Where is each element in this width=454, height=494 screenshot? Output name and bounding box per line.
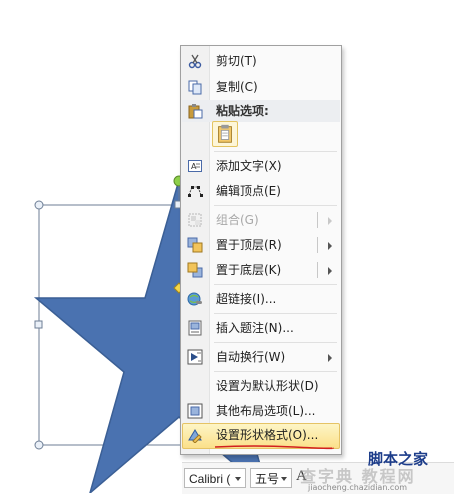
chevron-down-icon	[235, 477, 241, 481]
send-to-back-icon	[187, 262, 203, 278]
font-name-combobox[interactable]: Calibri (	[184, 468, 246, 488]
menu-item-label: 插入题注(N)...	[216, 321, 294, 335]
menu-item-cut[interactable]: 剪切(T)	[182, 49, 340, 73]
resize-handle-left[interactable]	[34, 320, 43, 329]
menu-item-label: 置于底层(K)	[216, 263, 282, 277]
wrap-text-icon	[187, 349, 203, 365]
resize-handle-top-left[interactable]	[34, 200, 44, 210]
menu-item-label: 自动换行(W)	[216, 350, 286, 364]
font-size-value: 五号	[255, 472, 280, 486]
clipboard-icon	[218, 124, 232, 143]
text-box-icon: A	[188, 160, 202, 172]
scissors-icon	[188, 54, 202, 69]
format-shape-icon	[188, 429, 202, 443]
bring-to-front-icon	[187, 237, 203, 253]
context-menu: 剪切(T) 复制(C) 粘贴选项: A 添加文字(X) 编辑顶点(E) 组合(G…	[180, 45, 342, 455]
menu-separator	[214, 313, 337, 314]
menu-item-label: 剪切(T)	[216, 54, 257, 68]
menu-item-label: 设置为默认形状(D)	[216, 379, 319, 393]
menu-item-send-to-back[interactable]: 置于底层(K)	[182, 258, 340, 282]
menu-item-more-layout-options[interactable]: 其他布局选项(L)...	[182, 399, 340, 423]
menu-separator	[214, 151, 337, 152]
chevron-down-icon	[281, 477, 287, 481]
menu-item-label: 编辑顶点(E)	[216, 184, 281, 198]
menu-item-bring-to-front[interactable]: 置于顶层(R)	[182, 233, 340, 257]
menu-item-hyperlink[interactable]: 超链接(I)...	[182, 287, 340, 311]
menu-item-set-default-shape[interactable]: 设置为默认形状(D)	[182, 374, 340, 398]
menu-item-label: 添加文字(X)	[216, 159, 282, 173]
submenu-arrow-icon	[328, 354, 332, 362]
submenu-arrow-icon	[328, 217, 332, 225]
paste-keep-source-button[interactable]	[212, 121, 238, 147]
annotation-underline	[214, 445, 334, 450]
menu-item-add-text[interactable]: A 添加文字(X)	[182, 154, 340, 178]
submenu-arrow-icon	[328, 242, 332, 250]
layout-options-icon	[187, 403, 203, 419]
submenu-divider	[317, 237, 318, 253]
paste-icon	[188, 104, 203, 119]
menu-separator	[214, 342, 337, 343]
submenu-divider	[317, 212, 318, 228]
menu-item-group[interactable]: 组合(G)	[182, 208, 340, 232]
resize-handle-bottom-left[interactable]	[34, 440, 44, 450]
menu-item-wrap-text[interactable]: 自动换行(W)	[182, 345, 340, 369]
menu-separator	[214, 205, 337, 206]
copy-icon	[188, 80, 202, 95]
menu-item-label: 组合(G)	[216, 213, 259, 227]
menu-item-label: 超链接(I)...	[216, 292, 277, 306]
hyperlink-icon	[187, 292, 202, 306]
paste-options-header: 粘贴选项:	[182, 100, 340, 122]
insert-caption-icon	[188, 320, 202, 336]
font-size-combobox[interactable]: 五号	[250, 468, 292, 488]
menu-separator	[214, 371, 337, 372]
menu-item-label: 其他布局选项(L)...	[216, 404, 316, 418]
menu-item-copy[interactable]: 复制(C)	[182, 75, 340, 99]
watermark-url: jiaocheng.chazidian.com	[308, 483, 408, 492]
menu-item-insert-caption[interactable]: 插入题注(N)...	[182, 316, 340, 340]
submenu-arrow-icon	[328, 267, 332, 275]
submenu-divider	[317, 262, 318, 278]
paste-options-label: 粘贴选项:	[216, 104, 269, 118]
font-name-value: Calibri (	[189, 472, 231, 486]
menu-item-edit-points[interactable]: 编辑顶点(E)	[182, 179, 340, 203]
group-icon	[188, 213, 202, 227]
menu-item-label: 复制(C)	[216, 80, 258, 94]
menu-separator	[214, 284, 337, 285]
edit-points-icon	[188, 186, 203, 197]
menu-item-label: 置于顶层(R)	[216, 238, 282, 252]
